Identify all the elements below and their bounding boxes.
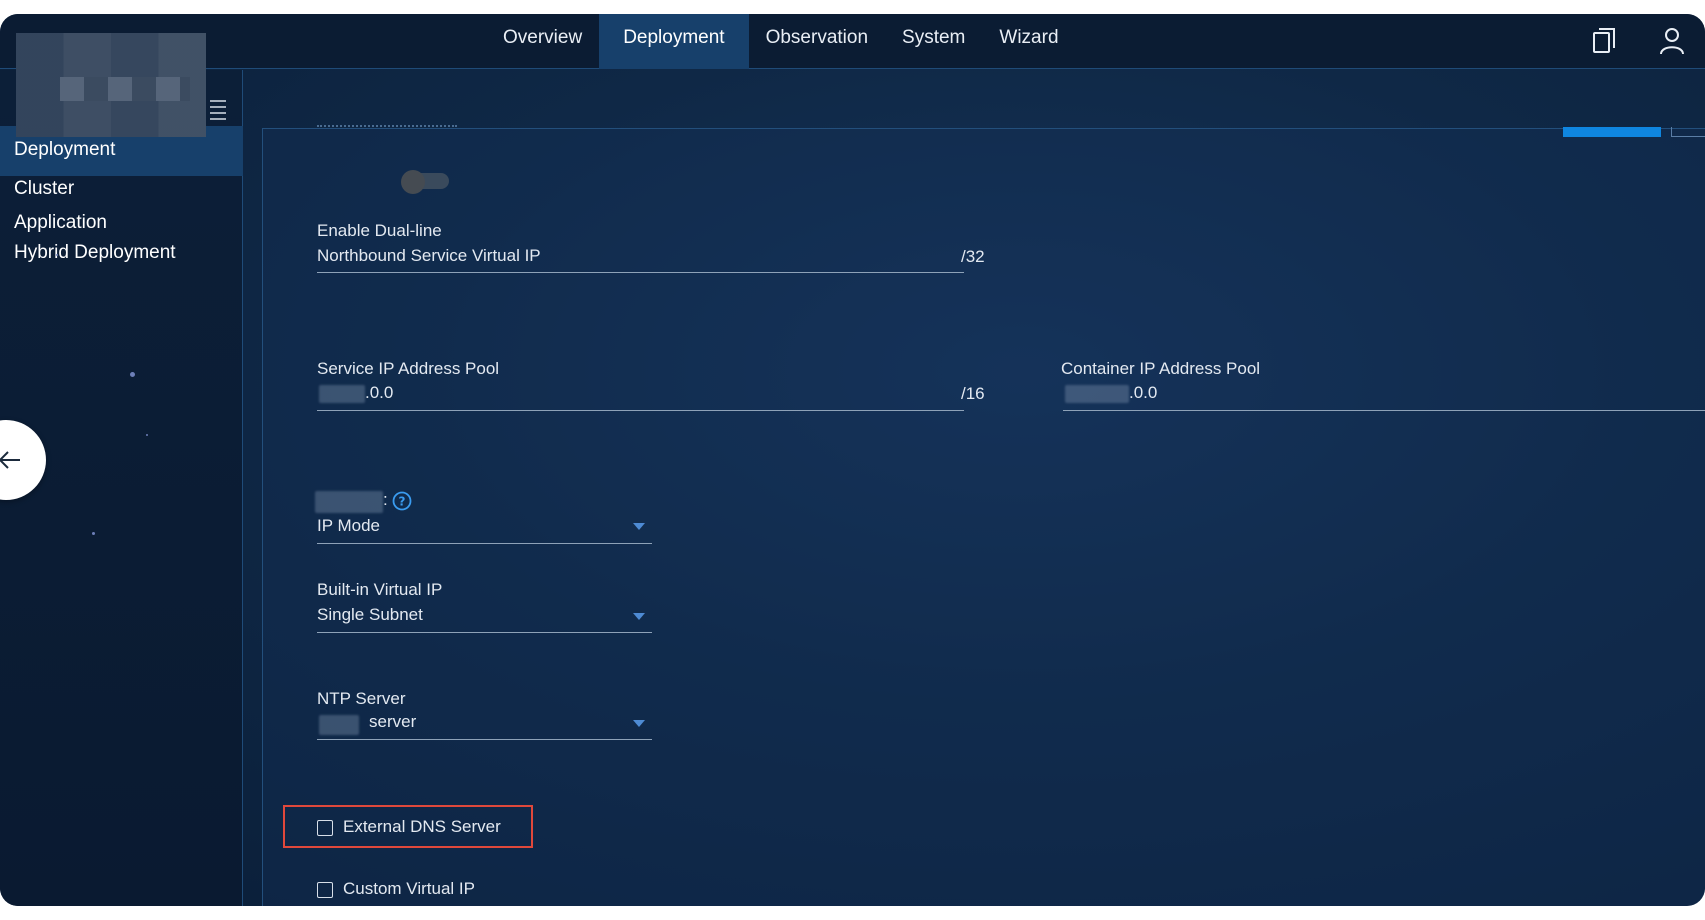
sidebar-item-cluster[interactable]: Cluster: [0, 178, 243, 200]
container-pool-label: Container IP Address Pool: [1061, 359, 1261, 378]
builtin-vip-label: Built-in Virtual IP: [317, 580, 443, 599]
ntp-server-label: NTP Server: [317, 689, 406, 708]
external-dns-label[interactable]: External DNS Server: [343, 817, 501, 837]
clipboard-icon[interactable]: [1590, 26, 1618, 56]
service-pool-suffix: /16: [961, 384, 985, 403]
redacted-value: [1065, 385, 1129, 403]
nav-tab-wizard[interactable]: Wizard: [982, 14, 1075, 69]
main-nav: Overview Deployment Observation System W…: [486, 14, 1076, 69]
northbound-vip-input[interactable]: Northbound Service Virtual IP: [317, 246, 541, 266]
service-pool-label: Service IP Address Pool: [317, 359, 500, 378]
primary-action-button[interactable]: [1563, 127, 1661, 137]
top-navigation-bar: Overview Deployment Observation System W…: [0, 14, 1705, 69]
ntp-server-select[interactable]: server: [369, 712, 416, 732]
dual-line-toggle[interactable]: [401, 170, 449, 194]
sidebar: Deployment Cluster Application Hybrid De…: [0, 70, 243, 906]
ip-mode-select[interactable]: IP Mode: [317, 516, 380, 536]
arrow-left-icon: [0, 451, 20, 469]
ip-mode-underline: [317, 543, 652, 544]
dual-line-label: Enable Dual-line: [317, 221, 442, 240]
brand-logo: [16, 33, 206, 137]
background-star: [130, 372, 135, 377]
caret-down-icon[interactable]: [633, 720, 645, 727]
custom-vip-label[interactable]: Custom Virtual IP: [343, 879, 475, 899]
redacted-label: [315, 491, 383, 513]
svg-text:?: ?: [399, 495, 406, 509]
external-dns-checkbox[interactable]: [317, 820, 333, 836]
redacted-value: [319, 385, 365, 403]
secondary-action-button[interactable]: [1671, 127, 1705, 137]
northbound-vip-underline: [317, 272, 964, 273]
sidebar-item-hybrid-deployment[interactable]: Hybrid Deployment: [0, 242, 243, 264]
user-icon[interactable]: [1658, 26, 1686, 56]
container-pool-underline: [1063, 410, 1705, 411]
sidebar-item-application[interactable]: Application: [0, 212, 243, 234]
service-pool-input[interactable]: .0.0: [365, 383, 393, 403]
northbound-vip-suffix: /32: [961, 247, 985, 266]
ntp-server-underline: [317, 739, 652, 740]
nav-tab-observation[interactable]: Observation: [749, 14, 885, 69]
nav-tab-system[interactable]: System: [885, 14, 982, 69]
deployment-config-panel: Enable Dual-line Northbound Service Virt…: [262, 125, 1705, 906]
ip-mode-label: :: [383, 490, 388, 509]
nav-tab-deployment[interactable]: Deployment: [599, 14, 749, 69]
background-star: [56, 254, 58, 256]
app-window: Overview Deployment Observation System W…: [0, 14, 1705, 906]
caret-down-icon[interactable]: [633, 613, 645, 620]
hamburger-menu-icon[interactable]: [210, 98, 226, 122]
builtin-vip-select[interactable]: Single Subnet: [317, 605, 423, 625]
background-star: [146, 434, 148, 436]
redacted-value: [319, 715, 359, 735]
question-circle-icon[interactable]: ?: [392, 491, 412, 511]
caret-down-icon[interactable]: [633, 523, 645, 530]
builtin-vip-underline: [317, 632, 652, 633]
nav-tab-overview[interactable]: Overview: [486, 14, 599, 69]
service-pool-underline: [317, 410, 964, 411]
container-pool-input[interactable]: .0.0: [1129, 383, 1157, 403]
background-star: [92, 532, 95, 535]
toggle-knob: [401, 170, 425, 194]
faded-section-heading: [317, 121, 457, 127]
custom-vip-checkbox[interactable]: [317, 882, 333, 898]
